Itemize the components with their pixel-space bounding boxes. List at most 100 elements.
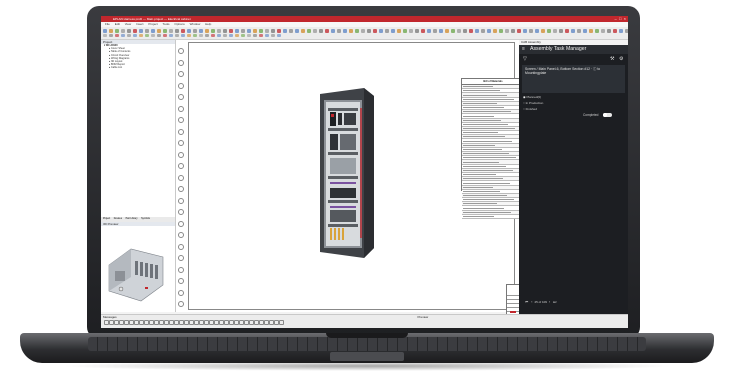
toolbar-button[interactable] [259, 29, 263, 33]
toolbar-button[interactable] [265, 29, 269, 33]
toolbar-button[interactable] [433, 29, 437, 33]
toolbar-button[interactable] [445, 29, 449, 33]
toolbar-button[interactable] [199, 29, 203, 33]
toolbar-button[interactable] [619, 29, 623, 33]
menu-project[interactable]: Project [148, 22, 157, 26]
toolbar-button[interactable] [547, 29, 551, 33]
toolbar-button[interactable] [577, 29, 581, 33]
menu-file[interactable]: File [105, 22, 110, 26]
last-page-icon[interactable]: ⏭ [553, 300, 556, 304]
toolbar-button[interactable] [175, 34, 179, 37]
toolbar-button[interactable] [181, 29, 185, 33]
toolbar-button[interactable] [301, 29, 305, 33]
toolbar-button[interactable] [175, 29, 179, 33]
toolbar-button[interactable] [181, 34, 185, 37]
toolbar-button[interactable] [145, 29, 149, 33]
toolbar-button[interactable] [463, 29, 467, 33]
toolbar-button[interactable] [187, 34, 191, 37]
toolbar-button[interactable] [103, 34, 107, 37]
toolbar-button[interactable] [385, 29, 389, 33]
toolbar-button[interactable] [451, 29, 455, 33]
toolbar-button[interactable] [205, 34, 209, 37]
toolbar-button[interactable] [169, 29, 173, 33]
toolbar-button[interactable] [151, 29, 155, 33]
toolbar-button[interactable] [247, 29, 251, 33]
toolbar-button[interactable] [253, 29, 257, 33]
toolbar-button[interactable] [535, 29, 539, 33]
toolbar-button[interactable] [229, 29, 233, 33]
toolbar-button[interactable] [349, 29, 353, 33]
toolbar-button[interactable] [313, 29, 317, 33]
toolbar-button[interactable] [217, 34, 221, 37]
toolbar-button[interactable] [289, 29, 293, 33]
toolbar-button[interactable] [325, 29, 329, 33]
toolbar-button[interactable] [235, 29, 239, 33]
menu-options[interactable]: Options [174, 22, 184, 26]
toolbar-button[interactable] [199, 34, 203, 37]
settings-icon[interactable]: ⚙ [619, 56, 623, 62]
toolbar-button[interactable] [319, 29, 323, 33]
toolbar-button[interactable] [223, 34, 227, 37]
toolbar-button[interactable] [193, 29, 197, 33]
toolbar-button[interactable] [115, 29, 119, 33]
toolbar-button[interactable] [139, 34, 143, 37]
toolbar-button[interactable] [103, 29, 107, 33]
toolbar-button[interactable] [133, 34, 137, 37]
preview-3d-model[interactable] [101, 227, 175, 311]
close-button[interactable]: × [624, 16, 626, 21]
toolbar-button[interactable] [157, 34, 161, 37]
tab-symbols[interactable]: Symbols [141, 218, 150, 220]
toolbar-button[interactable] [133, 29, 137, 33]
menu-view[interactable]: View [125, 22, 131, 26]
tab-project[interactable]: Project [103, 218, 110, 220]
toolbar-button[interactable] [397, 29, 401, 33]
toolbar-button[interactable] [187, 29, 191, 33]
toolbar-button[interactable] [511, 29, 515, 33]
toolbar-button[interactable] [571, 29, 575, 33]
toolbar-button[interactable] [205, 29, 209, 33]
toolbar-button[interactable] [295, 29, 299, 33]
toolbar-button[interactable] [223, 29, 227, 33]
toolbar-button[interactable] [493, 29, 497, 33]
drawing-canvas[interactable]: Bill of Materials MC20 · SECTION ASSY DR… [176, 40, 596, 328]
tools-icon[interactable]: ⚒ [610, 56, 614, 62]
toolbar-button[interactable] [391, 29, 395, 33]
toolbar-button[interactable] [415, 29, 419, 33]
toolbar-button[interactable] [379, 29, 383, 33]
toolbar-button[interactable] [613, 29, 617, 33]
toolbar-button[interactable] [409, 29, 413, 33]
toolbar-button[interactable] [595, 29, 599, 33]
toolbar-button[interactable] [403, 29, 407, 33]
toolbar-button[interactable] [553, 29, 557, 33]
toolbar-button[interactable] [277, 29, 281, 33]
minimize-button[interactable]: – [615, 16, 617, 21]
toolbar-button[interactable] [253, 34, 257, 37]
toolbar-button[interactable] [241, 34, 245, 37]
hamburger-menu-icon[interactable]: ≡ [522, 46, 525, 52]
toolbar-button[interactable] [247, 34, 251, 37]
toolbar-button[interactable] [343, 29, 347, 33]
toolbar-button[interactable] [589, 29, 593, 33]
tab-devices[interactable]: Devices [114, 218, 122, 220]
toolbar-button[interactable] [607, 29, 611, 33]
toolbar-button[interactable] [565, 29, 569, 33]
menu-insert[interactable]: Insert [136, 22, 144, 26]
toolbar-button[interactable] [217, 29, 221, 33]
first-page-icon[interactable]: ⏮ [525, 300, 528, 304]
toolbar-button[interactable] [115, 34, 119, 37]
toolbar-button[interactable] [121, 29, 125, 33]
toolbar-button[interactable] [541, 29, 545, 33]
toolbar-button[interactable] [331, 29, 335, 33]
toolbar-button[interactable] [583, 29, 587, 33]
prev-page-icon[interactable]: ‹ [531, 300, 532, 304]
next-page-icon[interactable]: › [549, 300, 550, 304]
toolbar-button[interactable] [193, 34, 197, 37]
toolbar-button[interactable] [127, 34, 131, 37]
cabinet-3d-model[interactable] [316, 88, 376, 258]
toolbar-button[interactable] [109, 29, 113, 33]
menu-edit[interactable]: Edit [115, 22, 120, 26]
toolbar-button[interactable] [361, 29, 365, 33]
toolbar-button[interactable] [127, 29, 131, 33]
tree-item[interactable]: ▸ Cable List [101, 66, 175, 69]
toolbar-button[interactable] [235, 34, 239, 37]
